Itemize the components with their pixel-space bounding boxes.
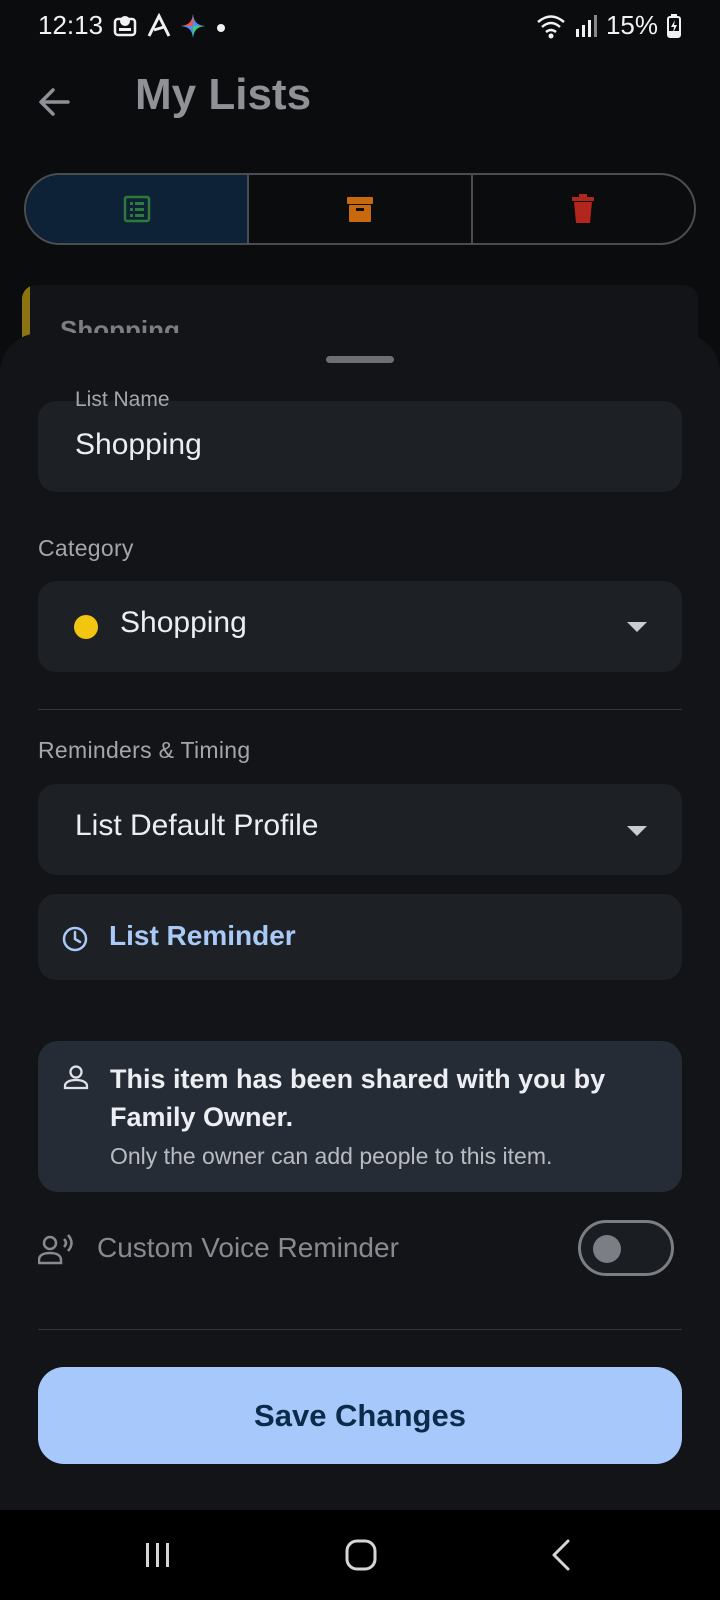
recent-apps-icon[interactable] bbox=[143, 1540, 173, 1570]
system-nav-bar bbox=[0, 1510, 720, 1600]
divider bbox=[38, 709, 682, 710]
list-view-tabs bbox=[24, 173, 696, 245]
back-button[interactable] bbox=[28, 76, 80, 128]
signal-icon bbox=[575, 14, 597, 37]
archive-icon bbox=[346, 197, 373, 222]
category-section-label: Category bbox=[38, 535, 134, 561]
list-name-value[interactable]: Shopping bbox=[75, 428, 202, 462]
list-reminder-label: List Reminder bbox=[109, 920, 296, 951]
status-time: 12:13 bbox=[38, 10, 104, 40]
shared-info-subtitle: Only the owner can add people to this it… bbox=[110, 1143, 553, 1169]
notification-icons bbox=[112, 10, 228, 42]
divider bbox=[38, 1329, 682, 1330]
wifi-icon bbox=[537, 14, 565, 38]
arrow-left-icon bbox=[39, 88, 70, 116]
list-icon bbox=[123, 195, 150, 223]
sparkle-icon bbox=[181, 14, 205, 38]
sheet-drag-handle[interactable] bbox=[326, 356, 394, 363]
custom-voice-label: Custom Voice Reminder bbox=[97, 1232, 399, 1263]
tab-active-lists[interactable] bbox=[26, 175, 250, 243]
home-icon[interactable] bbox=[344, 1538, 378, 1572]
font-a-icon bbox=[147, 13, 171, 37]
category-color-dot bbox=[74, 615, 98, 639]
save-changes-button[interactable]: Save Changes bbox=[38, 1367, 682, 1464]
page-title: My Lists bbox=[135, 70, 312, 119]
back-nav-icon[interactable] bbox=[548, 1538, 576, 1572]
reminders-section-label: Reminders & Timing bbox=[38, 737, 251, 763]
voice-person-icon bbox=[38, 1234, 73, 1265]
category-value: Shopping bbox=[120, 606, 247, 639]
chevron-down-icon bbox=[627, 826, 647, 836]
save-changes-label: Save Changes bbox=[254, 1397, 466, 1433]
dot-icon bbox=[217, 24, 225, 32]
chevron-down-icon bbox=[627, 622, 647, 632]
tab-archived-lists[interactable] bbox=[249, 175, 473, 243]
status-bar: 12:13 15% bbox=[0, 0, 720, 52]
trash-icon bbox=[572, 194, 595, 223]
app-notification-icon bbox=[113, 16, 137, 37]
clock-icon bbox=[62, 926, 88, 952]
shared-info-title: This item has been shared with you by Fa… bbox=[110, 1064, 606, 1132]
tab-deleted-lists[interactable] bbox=[473, 175, 694, 243]
list-name-label: List Name bbox=[75, 388, 170, 411]
custom-voice-toggle[interactable] bbox=[578, 1220, 674, 1276]
battery-charging-icon bbox=[667, 13, 681, 38]
person-icon bbox=[63, 1065, 89, 1090]
status-right: 15% bbox=[536, 10, 682, 41]
toggle-knob bbox=[593, 1235, 621, 1263]
battery-percent: 15% bbox=[605, 10, 658, 40]
reminder-profile-value: List Default Profile bbox=[75, 809, 319, 842]
